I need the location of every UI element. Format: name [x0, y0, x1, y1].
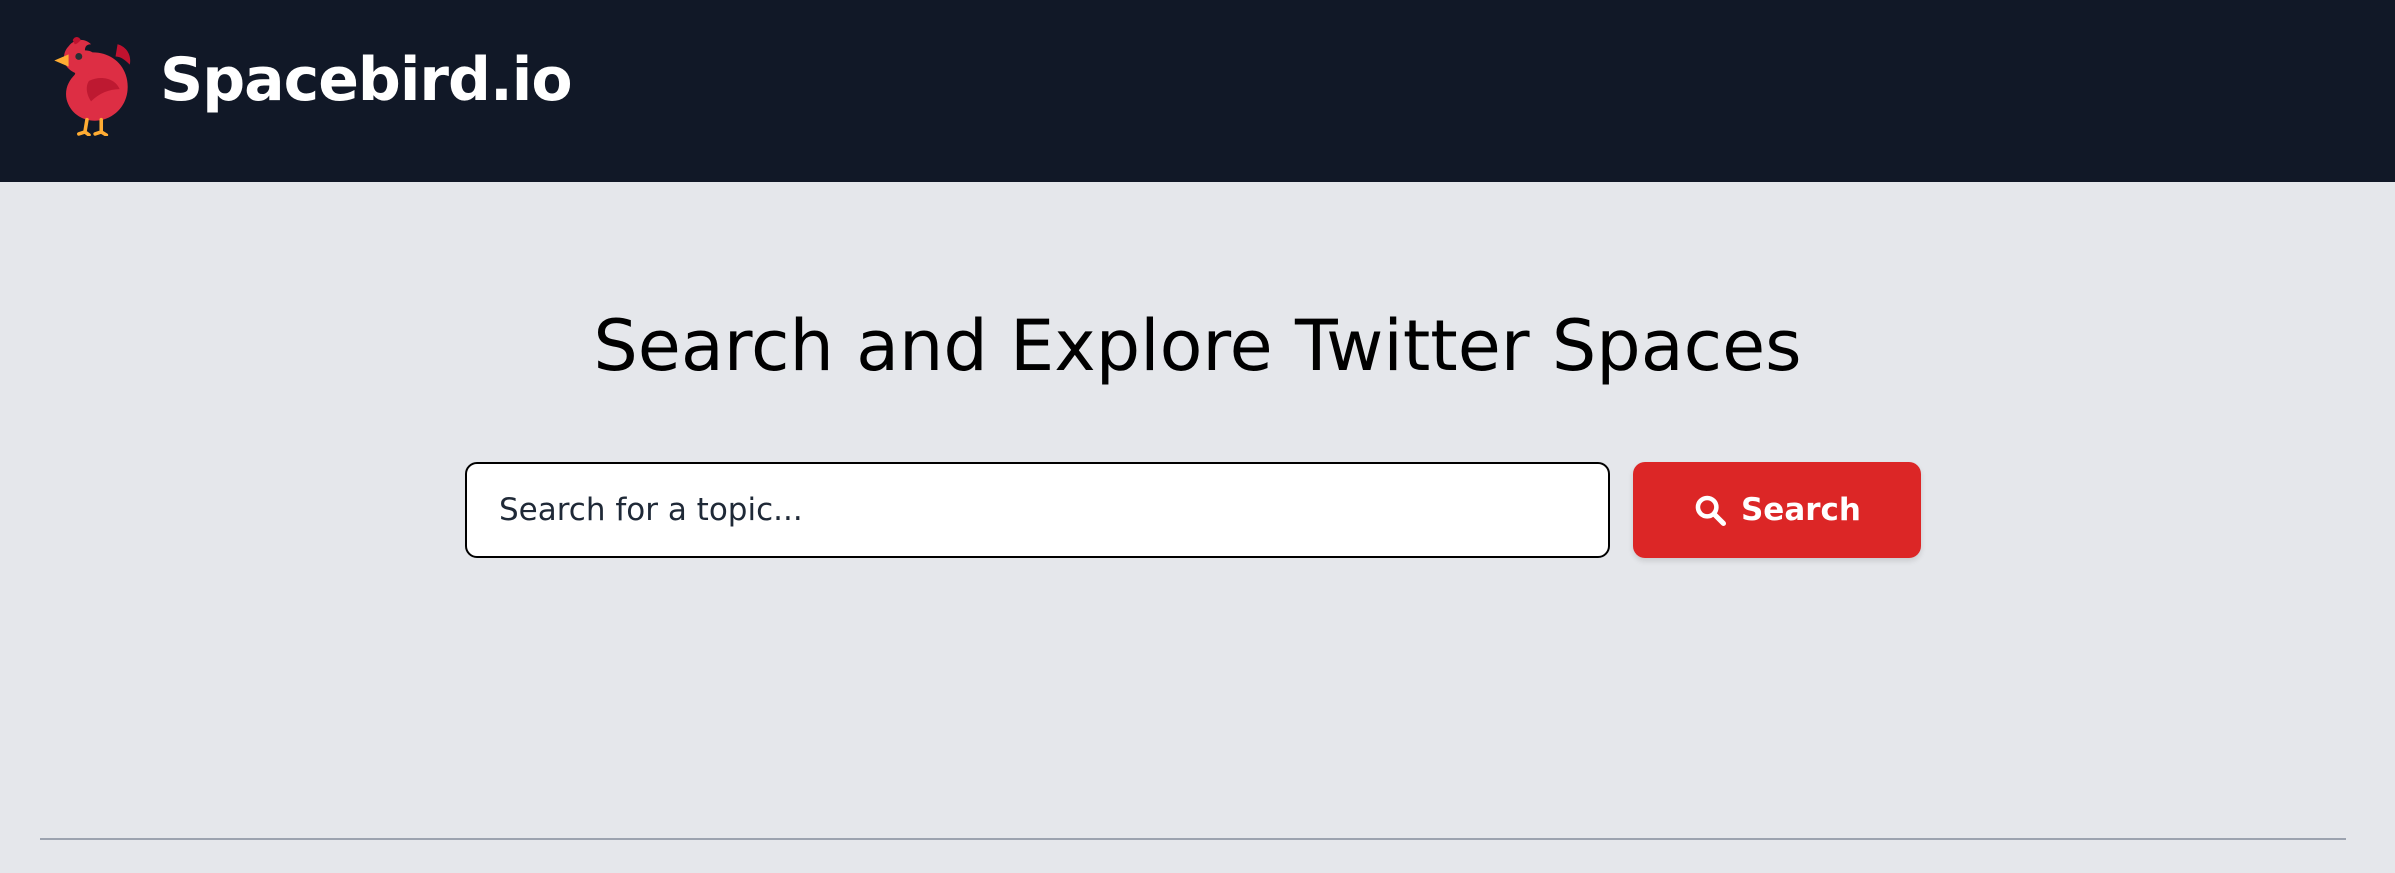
search-input[interactable]: [465, 462, 1610, 558]
site-header: Spacebird.io: [0, 0, 2395, 182]
footer-divider: [40, 838, 2346, 840]
brand-name[interactable]: Spacebird.io: [160, 40, 573, 120]
page-title: Search and Explore Twitter Spaces: [593, 305, 1802, 387]
search-icon: [1695, 495, 1726, 527]
search-button-label: Search: [1740, 492, 1861, 528]
red-bird-icon[interactable]: [38, 34, 140, 136]
search-button[interactable]: Search: [1633, 462, 1921, 558]
